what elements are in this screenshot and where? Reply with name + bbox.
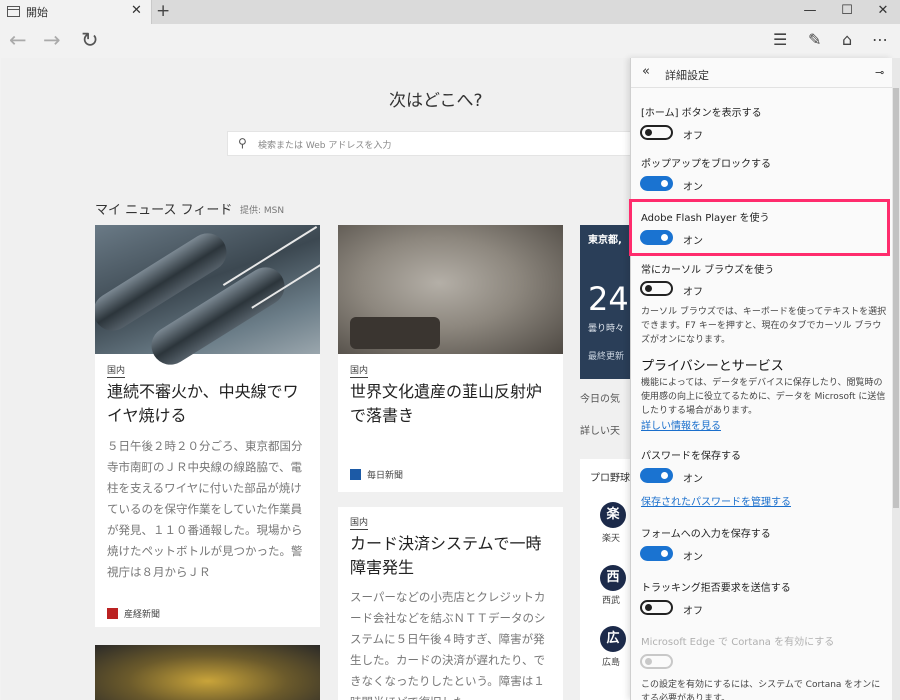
forward-button[interactable]: → <box>43 29 61 51</box>
privacy-learn-more-link[interactable]: 詳しい情報を見る <box>641 417 721 432</box>
maximize-button[interactable]: ☐ <box>837 3 857 18</box>
team-name: 楽天 <box>602 534 621 544</box>
form-entries-toggle[interactable] <box>640 546 673 561</box>
news-source: 毎日新聞 <box>350 468 403 481</box>
navigation-bar: ← → ↻ ☰ ✎ ⌂ ⋯ <box>0 24 900 58</box>
cortana-toggle[interactable] <box>640 654 673 669</box>
news-title: 連続不審火か、中央線でワイヤ焼ける <box>107 382 299 425</box>
weather-temperature: 24 <box>588 280 629 318</box>
news-image <box>95 225 320 372</box>
cortana-label: Microsoft Edge で Cortana を有効にする <box>641 637 835 648</box>
news-image <box>95 645 320 700</box>
form-entries-label: フォームへの入力を保存する <box>641 529 771 540</box>
title-bar: 開始 ✕ + — ☐ ✕ <box>0 0 900 24</box>
news-category: 国内 <box>107 366 126 378</box>
search-box[interactable]: ⚲ 検索または Web アドレスを入力 <box>227 131 687 156</box>
news-source: 産経新聞 <box>107 607 160 620</box>
news-category: 国内 <box>350 518 369 530</box>
caret-browsing-toggle[interactable] <box>640 281 673 296</box>
search-placeholder: 検索または Web アドレスを入力 <box>258 141 392 151</box>
do-not-track-state: オフ <box>683 606 703 617</box>
team-name: 広島 <box>602 658 621 668</box>
save-passwords-toggle[interactable] <box>640 468 673 483</box>
popup-block-state: オン <box>683 182 703 193</box>
do-not-track-label: トラッキング拒否要求を送信する <box>641 583 791 594</box>
tab-close-icon[interactable]: ✕ <box>131 3 142 18</box>
caret-browsing-state: オフ <box>683 287 703 298</box>
tab-title: 開始 <box>26 6 48 19</box>
source-logo-icon <box>350 469 361 480</box>
news-card[interactable]: 国内 カード決済システムで一時障害発生 スーパーなどの小売店とクレジットカード会… <box>338 507 563 700</box>
weather-today-link[interactable]: 今日の気 <box>580 390 620 405</box>
minimize-button[interactable]: — <box>800 3 820 18</box>
advanced-settings-panel: « 詳細設定 ⊸ [ホーム] ボタンを表示する オフ ポップアップをブロックする… <box>630 58 892 700</box>
hub-icon[interactable]: ☰ <box>773 30 787 50</box>
news-body: ５日午後２時２０分ごろ、東京都国分寺市南町のＪＲ中央線の線路脇で、電柱を支えるワ… <box>107 439 303 579</box>
pin-icon[interactable]: ⊸ <box>875 66 884 79</box>
home-button-state: オフ <box>683 131 703 142</box>
share-icon[interactable]: ⌂ <box>842 30 852 50</box>
home-button-label: [ホーム] ボタンを表示する <box>641 108 762 119</box>
news-body: スーパーなどの小売店とクレジットカード会社などを結ぶＮＴＴデータのシステムに５日… <box>350 590 546 700</box>
team-name: 西武 <box>602 596 621 606</box>
new-tab-button[interactable]: + <box>156 1 170 21</box>
popup-block-label: ポップアップをブロックする <box>641 159 771 170</box>
caret-browsing-label: 常にカーソル ブラウズを使う <box>641 265 775 276</box>
team-logo: 楽 <box>600 502 626 528</box>
search-icon: ⚲ <box>238 136 247 150</box>
weather-details-link[interactable]: 詳しい天 <box>580 422 620 437</box>
news-category: 国内 <box>350 366 369 378</box>
privacy-description: 機能によっては、データをデバイスに保存したり、閲覧時の使用感の向上に役立てるため… <box>641 378 886 416</box>
source-logo-icon <box>107 608 118 619</box>
save-passwords-state: オン <box>683 474 703 485</box>
back-chevron-icon[interactable]: « <box>642 64 650 79</box>
privacy-heading: プライバシーとサービス <box>641 359 784 374</box>
cortana-description: この設定を有効にするには、システムで Cortana をオンにする必要があります… <box>641 680 881 700</box>
news-title: カード決済システムで一時障害発生 <box>350 534 542 577</box>
flash-highlight-box <box>629 199 890 256</box>
manage-passwords-link[interactable]: 保存されたパスワードを管理する <box>641 493 791 508</box>
panel-scrollbar[interactable] <box>892 58 900 700</box>
web-note-icon[interactable]: ✎ <box>808 30 821 50</box>
form-entries-state: オン <box>683 552 703 563</box>
refresh-button[interactable]: ↻ <box>81 29 99 51</box>
page-heading: 次はどこへ? <box>389 91 483 111</box>
news-card[interactable] <box>95 645 320 700</box>
tab-page-icon <box>7 6 20 17</box>
popup-block-toggle[interactable] <box>640 176 673 191</box>
more-icon[interactable]: ⋯ <box>872 30 888 50</box>
news-title: 世界文化遺産の韮山反射炉で落書き <box>350 382 543 425</box>
news-card[interactable]: 国内 連続不審火か、中央線でワイヤ焼ける ５日午後２時２０分ごろ、東京都国分寺市… <box>95 225 320 627</box>
back-button[interactable]: ← <box>9 29 27 51</box>
news-card[interactable]: 国内 世界文化遺産の韮山反射炉で落書き 毎日新聞 <box>338 225 563 492</box>
team-logo: 西 <box>600 565 626 591</box>
panel-title: 詳細設定 <box>665 69 709 82</box>
home-button-toggle[interactable] <box>640 125 673 140</box>
caret-browsing-description: カーソル ブラウズでは、キーボードを使ってテキストを選択できます。F7 キーを押… <box>641 307 887 345</box>
scrollbar-thumb[interactable] <box>893 88 899 508</box>
save-passwords-label: パスワードを保存する <box>641 451 741 462</box>
news-image <box>338 225 563 354</box>
feed-title: マイ ニュース フィード <box>95 203 233 218</box>
weather-updated: 最終更新 <box>588 352 625 362</box>
feed-provider: 提供: MSN <box>240 206 285 216</box>
weather-city: 東京都, <box>588 235 622 246</box>
baseball-title: プロ野球 <box>590 473 630 484</box>
tab-start[interactable]: 開始 ✕ <box>0 0 152 24</box>
close-window-button[interactable]: ✕ <box>873 3 893 18</box>
do-not-track-toggle[interactable] <box>640 600 673 615</box>
team-logo: 広 <box>600 626 626 652</box>
panel-header: « 詳細設定 ⊸ <box>631 58 892 88</box>
weather-condition: 曇り時々 <box>588 324 625 334</box>
